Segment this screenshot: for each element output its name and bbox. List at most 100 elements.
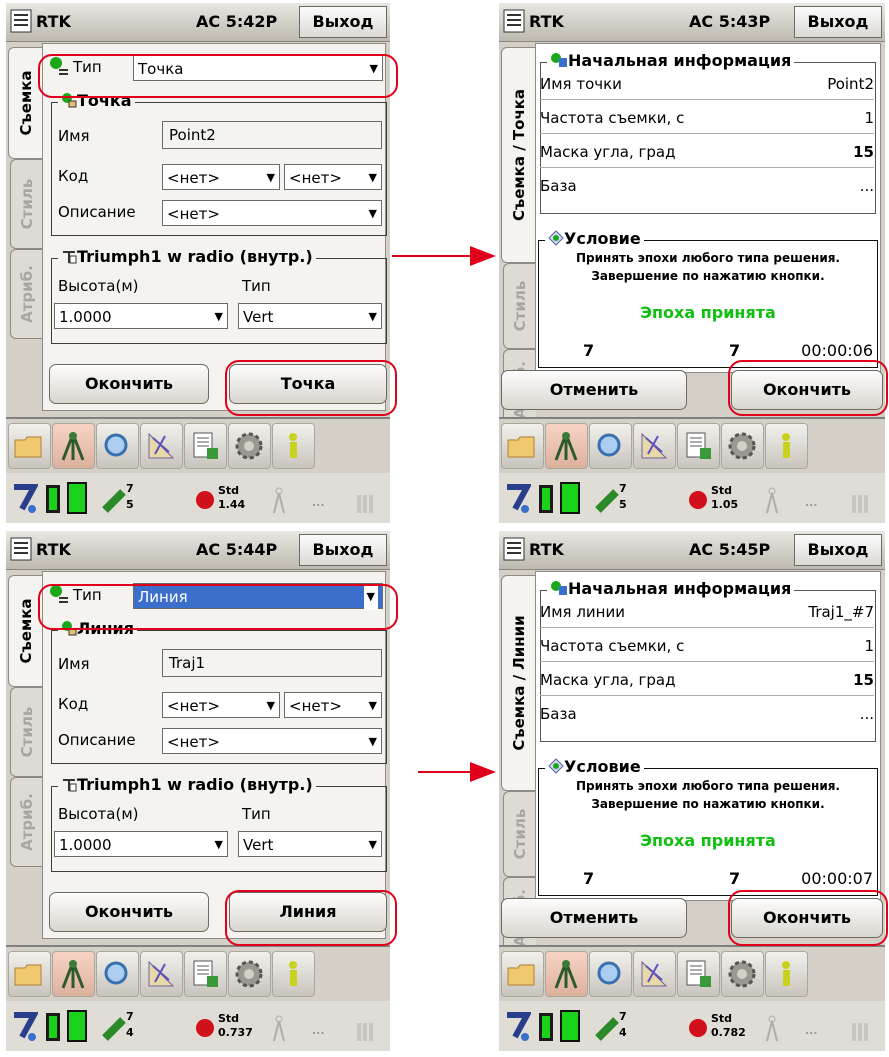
cogo-icon[interactable]: [633, 951, 676, 997]
info-row-base[interactable]: База...: [540, 700, 874, 728]
line-group-title: Линия: [58, 619, 138, 638]
main-toolbar: [499, 417, 885, 473]
start-menu-icon[interactable]: [503, 9, 525, 33]
exit-button[interactable]: Выход: [794, 6, 882, 38]
type-select[interactable]: Точка ▼: [133, 55, 383, 81]
exit-button[interactable]: Выход: [299, 6, 387, 38]
info-group-icon: [551, 53, 567, 67]
search-icon[interactable]: [589, 951, 632, 997]
receiver-icon: [507, 484, 531, 513]
search-icon[interactable]: [96, 423, 139, 469]
surveyor-icon[interactable]: [52, 951, 95, 997]
data-icon[interactable]: [677, 423, 720, 469]
radio-icon: [766, 1015, 778, 1042]
code-select[interactable]: <нет> ▼: [162, 164, 280, 190]
finish-button[interactable]: Окончить: [49, 364, 209, 404]
antenna-icon: [63, 779, 77, 792]
cogo-icon[interactable]: [633, 423, 676, 469]
title-bar: RTK AC 5:44P Выход: [6, 531, 390, 570]
exit-button[interactable]: Выход: [299, 534, 387, 566]
info-row-name: Имя точки Point2: [540, 75, 874, 93]
surveyor-icon[interactable]: [545, 951, 588, 997]
info-icon[interactable]: [272, 951, 315, 997]
info-icon[interactable]: [272, 423, 315, 469]
start-menu-icon[interactable]: [10, 9, 32, 33]
clock: AC 5:45P: [689, 540, 771, 559]
info-row-base[interactable]: База...: [540, 172, 874, 200]
finish-button[interactable]: Окончить: [731, 370, 883, 410]
condition-title: Условие: [545, 229, 644, 248]
data-icon[interactable]: [677, 951, 720, 997]
radio-icon: [273, 487, 285, 514]
satellites-tracked: 7: [619, 1010, 627, 1023]
height-type-select[interactable]: Vert ▼: [238, 831, 382, 857]
flow-arrow-top-head: [470, 246, 496, 266]
exit-button[interactable]: Выход: [794, 534, 882, 566]
tab-attributes[interactable]: Атриб.: [10, 777, 43, 867]
folder-icon[interactable]: [8, 951, 51, 997]
info-icon[interactable]: [765, 951, 808, 997]
tab-survey[interactable]: Съемка: [8, 575, 43, 687]
solution-status-icon: [689, 1019, 707, 1037]
std-label: Std: [711, 1012, 733, 1025]
point-button[interactable]: Точка: [229, 364, 387, 404]
initial-info-title: Начальная информация: [547, 51, 795, 70]
radio-icon: [273, 1015, 285, 1042]
type-select[interactable]: Линия ▼: [133, 583, 383, 610]
folder-icon[interactable]: [501, 951, 544, 997]
settings-icon[interactable]: [721, 423, 764, 469]
code-select[interactable]: <нет> ▼: [162, 692, 280, 718]
std-label: Std: [218, 484, 240, 497]
name-input[interactable]: Traj1: [162, 649, 382, 677]
code-select-2[interactable]: <нет> ▼: [284, 692, 382, 718]
height-select[interactable]: 1.0000 ▼: [54, 831, 228, 857]
description-select[interactable]: <нет> ▼: [162, 728, 382, 754]
folder-icon[interactable]: [501, 423, 544, 469]
settings-icon[interactable]: [228, 951, 271, 997]
data-icon[interactable]: [184, 423, 227, 469]
code-select-2[interactable]: <нет> ▼: [284, 164, 382, 190]
settings-icon[interactable]: [721, 951, 764, 997]
finish-button[interactable]: Окончить: [49, 892, 209, 932]
vertical-tabs: Съемка Стиль Атриб.: [6, 571, 43, 931]
height-select[interactable]: 1.0000 ▼: [54, 303, 228, 329]
search-icon[interactable]: [589, 423, 632, 469]
folder-icon[interactable]: [8, 423, 51, 469]
finish-button[interactable]: Окончить: [731, 898, 883, 938]
code-label: Код: [58, 167, 89, 185]
description-select[interactable]: <нет> ▼: [162, 200, 382, 226]
cogo-icon[interactable]: [140, 423, 183, 469]
start-menu-icon[interactable]: [10, 537, 32, 561]
cancel-button[interactable]: Отменить: [501, 898, 687, 938]
status-bar: 7 4 Std 0.782 ...: [499, 1001, 885, 1051]
surveyor-icon[interactable]: [52, 423, 95, 469]
height-type-select[interactable]: Vert ▼: [238, 303, 382, 329]
tab-attributes[interactable]: Атриб.: [10, 249, 43, 339]
start-menu-icon[interactable]: [503, 537, 525, 561]
name-input[interactable]: Point2: [162, 121, 382, 149]
tab-style[interactable]: Стиль: [10, 159, 43, 249]
line-button[interactable]: Линия: [229, 892, 387, 932]
tab-survey-line[interactable]: Съемка / Линии: [501, 575, 536, 791]
title-bar: RTK AC 5:42P Выход: [6, 3, 390, 42]
info-icon[interactable]: [765, 423, 808, 469]
app-title: RTK: [36, 12, 71, 31]
settings-icon[interactable]: [228, 423, 271, 469]
search-icon[interactable]: [96, 951, 139, 997]
flow-arrow-bottom-head: [470, 762, 496, 782]
code-label: Код: [58, 695, 89, 713]
tab-style[interactable]: Стиль: [10, 687, 43, 777]
collect-info: Начальная информация Имя линии Traj1_#7 Ч…: [535, 571, 881, 901]
tab-style[interactable]: Стиль: [503, 263, 536, 349]
tab-survey[interactable]: Съемка: [8, 47, 43, 159]
tab-style[interactable]: Стиль: [503, 791, 536, 877]
tab-survey-point[interactable]: Съемка / Точка: [501, 47, 536, 263]
cancel-button[interactable]: Отменить: [501, 370, 687, 410]
data-icon[interactable]: [184, 951, 227, 997]
initial-info-title: Начальная информация: [547, 579, 795, 598]
line-icon: [62, 621, 77, 636]
surveyor-icon[interactable]: [545, 423, 588, 469]
memory-icon: [67, 482, 87, 514]
satellites-used: 4: [619, 1026, 627, 1039]
cogo-icon[interactable]: [140, 951, 183, 997]
